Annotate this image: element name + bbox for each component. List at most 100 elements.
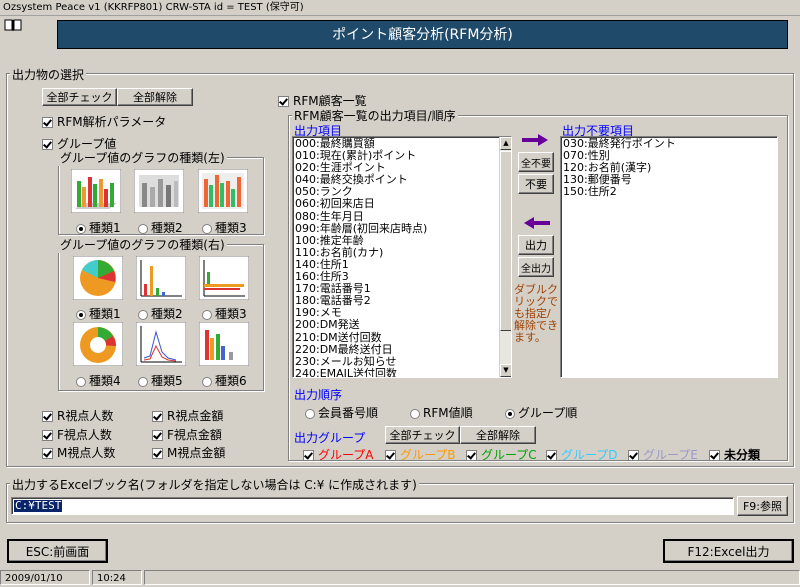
metric-f-amount-checkbox[interactable]: F視点金額 (152, 426, 222, 443)
all-unneeded-button[interactable]: 全不要 (518, 152, 554, 172)
graph-right-option-6[interactable]: 種類6 (202, 372, 247, 389)
scroll-down-icon[interactable]: ▼ (500, 364, 511, 377)
graph-left-option-3[interactable]: 種類3 (202, 219, 247, 236)
list-item[interactable]: 210:DM送付回数 (293, 331, 499, 344)
scroll-up-icon[interactable]: ▲ (500, 137, 511, 150)
checkbox-box (42, 430, 53, 441)
output-items-list[interactable]: 000:最終購買額 010:現在(累計)ポイント 020:生涯ポイント 040:最終交… (292, 136, 512, 378)
list-item[interactable]: 240:EMAIL送付回数 (293, 367, 499, 377)
unneeded-button[interactable]: 不要 (518, 174, 554, 194)
group-uncheck-all-button[interactable]: 全部解除 (460, 426, 536, 444)
metric-m-amount-checkbox[interactable]: M視点金額 (152, 444, 225, 461)
checkbox-box (152, 448, 163, 459)
list-item[interactable]: 230:メールお知らせ (293, 355, 499, 368)
group-checkbox-2[interactable]: グループB (385, 446, 456, 463)
excel-filename-value: C:¥TEST (14, 499, 63, 512)
group-checkbox-6[interactable]: 未分類 (709, 446, 760, 463)
chart-thumb-line[interactable] (136, 322, 186, 366)
graph-right-option-5[interactable]: 種類5 (138, 372, 183, 389)
chart-thumb-bar-dots[interactable] (136, 256, 186, 300)
order-rfm-value-radio[interactable]: RFM値順 (410, 404, 473, 421)
group-checkbox-3[interactable]: グループC (466, 446, 537, 463)
output-button[interactable]: 出力 (518, 235, 554, 255)
list-item[interactable]: 200:DM発送 (293, 319, 499, 331)
excel-legend: 出力するExcelブック名(フォルダを指定しない場合は C:¥ に作成されます) (10, 476, 419, 493)
option-label: グループ順 (518, 406, 578, 420)
radio-dot (138, 376, 148, 387)
chart-thumb-pie[interactable] (73, 256, 123, 300)
chart-thumb-hbar[interactable] (199, 256, 249, 300)
double-click-hint: ダブルクリックでも指定/解除できます。 (514, 283, 558, 344)
output-items-scrollbar[interactable]: ▲ ▼ (499, 137, 511, 377)
check-all-button[interactable]: 全部チェック (42, 88, 117, 106)
checkbox-box (546, 450, 557, 461)
option-label: 種類2 (151, 221, 183, 235)
list-item[interactable]: 220:DM最終送付日 (293, 343, 499, 356)
checkbox-box (152, 411, 163, 422)
group-label: グループA (318, 448, 374, 462)
browse-button[interactable]: F9:参照 (737, 496, 788, 516)
graph-right-legend: グループ値のグラフの種類(右) (58, 236, 227, 253)
back-button[interactable]: ESC:前画面 (7, 539, 108, 563)
group-checkbox-1[interactable]: グループA (303, 446, 374, 463)
output-selection-legend: 出力物の選択 (10, 66, 87, 83)
metric-r-amount-checkbox[interactable]: R視点金額 (152, 407, 223, 424)
arrow-right-icon (522, 134, 548, 146)
option-label: 種類3 (215, 307, 247, 321)
radio-dot (76, 309, 86, 320)
group-check-all-button[interactable]: 全部チェック (385, 426, 460, 444)
excel-filename-input[interactable]: C:¥TEST (11, 497, 734, 515)
chart-thumb-3d-bar-3[interactable] (198, 169, 248, 213)
metric-label: R視点金額 (167, 409, 224, 423)
list-item[interactable]: 060:初回来店日 (293, 198, 499, 210)
metric-f-count-checkbox[interactable]: F視点人数 (42, 426, 112, 443)
uncheck-all-button[interactable]: 全部解除 (117, 88, 193, 106)
option-label: RFM値順 (423, 406, 473, 420)
metric-r-count-checkbox[interactable]: R視点人数 (42, 407, 113, 424)
radio-dot (76, 223, 86, 234)
radio-dot (505, 408, 515, 419)
group-checkbox-4[interactable]: グループD (546, 446, 618, 463)
option-label: 種類1 (89, 221, 121, 235)
rfm-params-checkbox[interactable]: RFM解析パラメータ (42, 113, 166, 130)
chart-thumb-3d-bar-multi[interactable] (199, 322, 249, 366)
rfm-params-label: RFM解析パラメータ (57, 115, 167, 129)
order-member-number-radio[interactable]: 会員番号順 (305, 404, 378, 421)
metric-label: R視点人数 (57, 409, 114, 423)
group-checkbox-5[interactable]: グループE (628, 446, 698, 463)
all-output-button[interactable]: 全出力 (518, 257, 554, 277)
graph-right-option-2[interactable]: 種類2 (138, 305, 183, 322)
list-item[interactable]: 080:生年月日 (293, 210, 499, 223)
checkbox-box (709, 450, 720, 461)
graph-right-option-1[interactable]: 種類1 (76, 305, 121, 322)
metric-m-count-checkbox[interactable]: M視点人数 (42, 444, 115, 461)
graph-left-legend: グループ値のグラフの種類(左) (58, 149, 227, 166)
chart-thumb-3d-bar-2[interactable] (134, 169, 184, 213)
list-item[interactable]: 150:住所2 (561, 186, 775, 198)
graph-right-option-3[interactable]: 種類3 (202, 305, 247, 322)
option-label: 種類5 (151, 374, 183, 388)
graph-left-option-1[interactable]: 種類1 (76, 219, 121, 236)
radio-dot (76, 376, 86, 387)
checkbox-box (385, 450, 396, 461)
unneeded-items-list[interactable]: 030:最終発行ポイント 070:性別 120:お名前(漢字) 130:郵便番号 150… (560, 136, 778, 378)
scroll-thumb[interactable] (500, 151, 511, 331)
checkbox-box (42, 139, 53, 150)
list-item[interactable]: 090:年齢層(初回来店時点) (293, 222, 499, 235)
order-group-radio[interactable]: グループ順 (505, 404, 577, 421)
radio-dot (138, 309, 148, 320)
excel-output-button[interactable]: F12:Excel出力 (663, 539, 794, 563)
checkbox-box (466, 450, 477, 461)
chart-thumb-donut[interactable] (73, 322, 123, 366)
status-date: 2009/01/10 (0, 570, 90, 585)
radio-dot (305, 408, 315, 419)
graph-right-option-4[interactable]: 種類4 (76, 372, 121, 389)
chart-thumb-3d-bar-1[interactable] (71, 169, 121, 213)
metric-label: M視点人数 (57, 446, 116, 460)
group-label: グループD (561, 448, 618, 462)
checkbox-box (42, 117, 53, 128)
checkbox-box (152, 430, 163, 441)
graph-left-option-2[interactable]: 種類2 (138, 219, 183, 236)
checkbox-box (278, 96, 289, 107)
group-label: グループE (643, 448, 698, 462)
